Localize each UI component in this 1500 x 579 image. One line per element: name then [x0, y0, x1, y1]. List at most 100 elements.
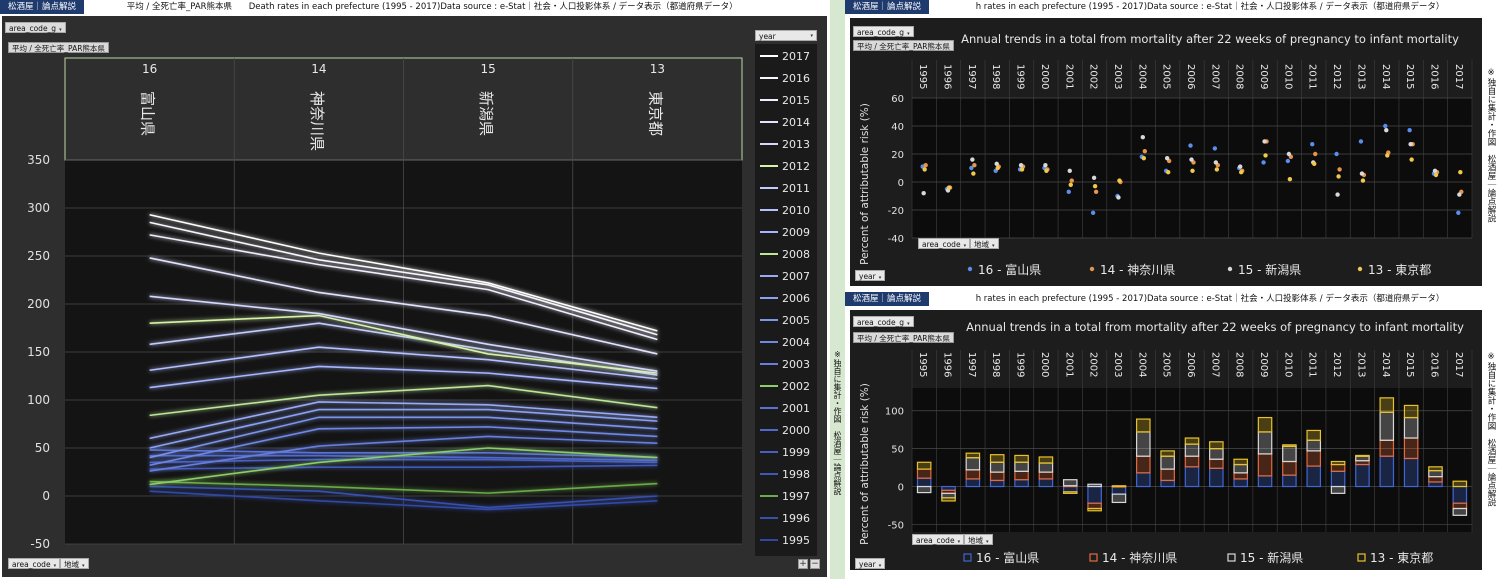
- left-chart-area: area_code_g ▾ 平均 / 全死亡率_PAR熊本県 -50 0 50 100 1…: [2, 16, 827, 577]
- legend-swatch: [1089, 553, 1098, 562]
- rb-header-tag[interactable]: 松酒屋｜論点解説: [845, 292, 930, 306]
- legend-label: 2006: [782, 292, 810, 305]
- bar-segment: [1257, 475, 1273, 488]
- rt-year-dropdown[interactable]: year ▾: [855, 270, 886, 281]
- legend-label: 2015: [782, 94, 810, 107]
- data-point: [1018, 163, 1024, 168]
- year-column-label: 2009: [1258, 352, 1269, 377]
- rb-header-source: h rates in each prefecture (1995 - 2017)…: [975, 294, 1445, 304]
- bar-segment: [965, 469, 981, 480]
- year-column-label: 2000: [1039, 352, 1050, 377]
- header-tag[interactable]: 松酒屋｜論点解説: [0, 0, 85, 14]
- year-column-label: 2001: [1063, 352, 1074, 377]
- y-tick-label: 0: [898, 483, 904, 494]
- legend-label: 1998: [782, 468, 810, 481]
- bar-segment: [1452, 480, 1468, 488]
- rt-area-code-dropdown[interactable]: area_code ▾: [918, 238, 971, 249]
- area-code-dropdown[interactable]: area_code ▾: [8, 558, 61, 569]
- rb-region-label: 地域: [968, 536, 983, 545]
- bar-segment: [941, 497, 956, 502]
- legend-label: 2013: [782, 138, 810, 151]
- y-tick-label: 40: [891, 122, 904, 133]
- bar-segment: [1452, 485, 1468, 504]
- bar-segment: [1428, 476, 1443, 483]
- rt-region-dropdown[interactable]: 地域 ▾: [970, 238, 999, 249]
- year-column-label: 1997: [966, 64, 977, 89]
- year-column-label: 2008: [1234, 64, 1245, 89]
- data-point: [1337, 167, 1342, 172]
- chevron-down-icon: ▾: [878, 563, 882, 569]
- legend-label: 14 - 神奈川県: [1102, 551, 1177, 565]
- bar-segment: [1209, 467, 1224, 488]
- legend-label: 16 - 富山県: [978, 262, 1041, 277]
- data-point: [1043, 163, 1048, 168]
- legend-label: 16 - 富山県: [976, 550, 1039, 565]
- rb-year-dropdown[interactable]: year ▾: [855, 558, 886, 569]
- bar-segment: [1087, 507, 1102, 512]
- bar-segment: [1257, 453, 1273, 477]
- legend-label: 2017: [782, 50, 810, 63]
- bar-segment: [1038, 462, 1054, 473]
- year-column-label: 2004: [1136, 352, 1147, 377]
- data-point: [1336, 174, 1341, 179]
- legend-label: 2001: [782, 402, 810, 415]
- data-point: [946, 185, 952, 190]
- year-column-label: 2009: [1258, 64, 1269, 89]
- legend-marker: [1227, 266, 1233, 272]
- chevron-down-icon: ▾: [82, 563, 85, 569]
- right-top-panel: 松酒屋｜論点解説 h rates in each prefecture (199…: [845, 0, 1500, 292]
- year-legend-dropdown[interactable]: year ▾: [755, 30, 817, 41]
- collapse-button[interactable]: −: [810, 559, 820, 569]
- legend-marker: [1089, 266, 1095, 272]
- region-dropdown[interactable]: 地域 ▾: [60, 558, 89, 569]
- bar-segment: [1014, 454, 1029, 463]
- y-tick-label: 300: [27, 201, 50, 215]
- bar-segment: [1038, 456, 1054, 464]
- chart-title: Annual trends in a total from mortality …: [966, 320, 1464, 334]
- bar-segment: [1282, 445, 1297, 463]
- legend-label: 2016: [782, 72, 810, 85]
- data-point: [1383, 123, 1388, 129]
- bar-segment: [1355, 454, 1370, 457]
- legend-swatch: [1227, 553, 1236, 562]
- legend-label: 2005: [782, 314, 810, 327]
- category-name-label: 東京都: [646, 91, 664, 136]
- data-point: [1189, 157, 1194, 162]
- bar-segment: [1111, 485, 1127, 495]
- middle-side-note: ※独自に集計・作図 松酒屋｜論点解説: [833, 350, 842, 495]
- year-column-label: 1998: [990, 64, 1001, 89]
- data-point: [995, 165, 1000, 171]
- legend-label: 2009: [782, 226, 810, 239]
- data-point: [1263, 153, 1268, 158]
- legend-label: 2002: [782, 380, 810, 393]
- data-point: [1432, 168, 1438, 173]
- bar-segment: [1379, 411, 1395, 441]
- y-tick-label: 60: [891, 94, 904, 105]
- rb-chart-area: area_code_g ▾ 平均 / 全死亡率_PAR熊本県 Annual tre…: [850, 310, 1482, 570]
- y-tick-label: -50: [30, 537, 50, 551]
- bar-segment: [1014, 479, 1029, 488]
- year-column-label: 2012: [1331, 64, 1342, 89]
- bar-segment: [916, 461, 932, 470]
- year-column-label: 1999: [1015, 64, 1026, 89]
- chevron-down-icon: ▾: [810, 33, 813, 39]
- legend-marker: [1357, 266, 1363, 272]
- legend-label: 2014: [782, 116, 810, 129]
- data-point: [1313, 151, 1318, 157]
- expand-button[interactable]: +: [798, 559, 808, 569]
- rb-region-dropdown[interactable]: 地域 ▾: [964, 534, 993, 545]
- bar-segment: [1160, 479, 1175, 488]
- left-dashboard-panel: 松酒屋｜論点解説 平均 / 全死亡率_PAR熊本県 Death rates in…: [0, 0, 830, 579]
- data-point: [1310, 142, 1315, 147]
- bar-segment: [1233, 463, 1248, 474]
- year-column-label: 1996: [942, 64, 953, 89]
- legend-label: 2007: [782, 270, 810, 283]
- data-point: [1212, 146, 1218, 151]
- data-point: [970, 157, 975, 162]
- rb-area-code-dropdown[interactable]: area_code ▾: [912, 534, 965, 545]
- rt-header-tag[interactable]: 松酒屋｜論点解説: [845, 0, 930, 14]
- bar-segment: [1184, 437, 1200, 445]
- bar-segment: [1184, 466, 1200, 488]
- year-column-label: 2005: [1161, 352, 1172, 377]
- bar-segment: [1209, 458, 1224, 469]
